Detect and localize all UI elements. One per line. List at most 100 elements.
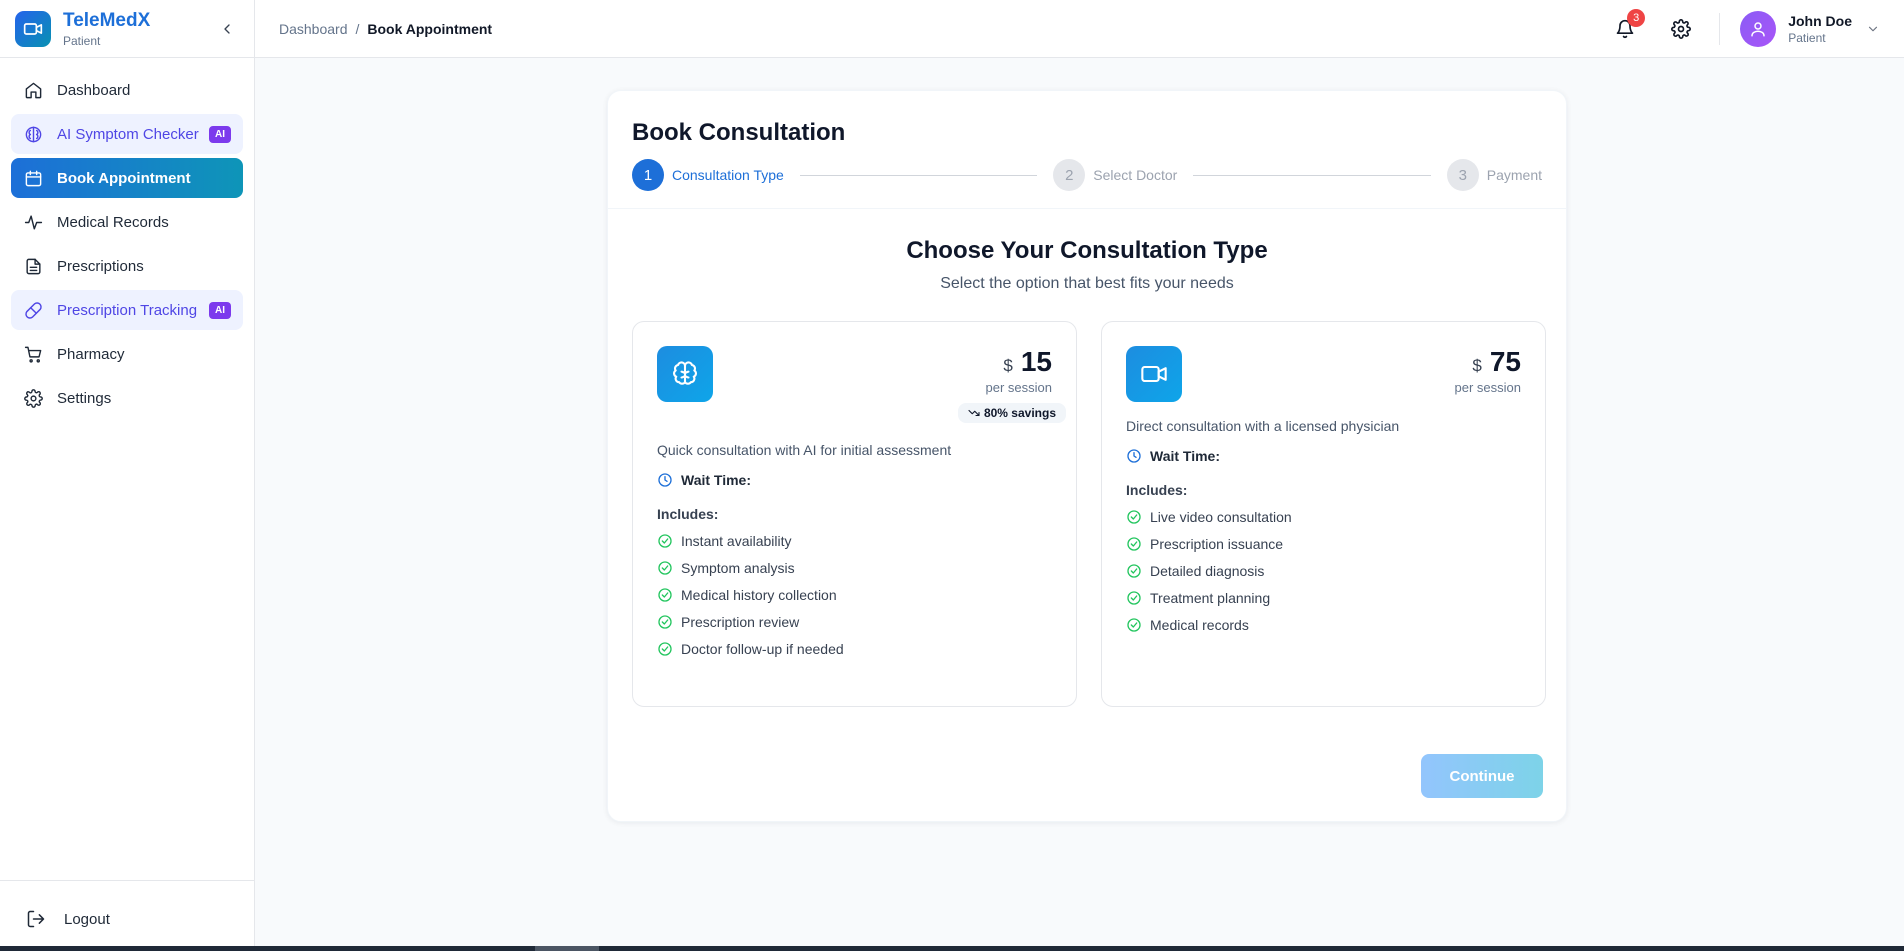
ai-badge: AI (209, 301, 231, 319)
feature-item: Prescription issuance (1126, 536, 1521, 552)
step-consultation-type[interactable]: 1 Consultation Type (632, 159, 784, 191)
continue-button[interactable]: Continue (1421, 754, 1543, 798)
brand-header: TeleMedX Patient (0, 0, 254, 58)
step-number: 2 (1053, 159, 1086, 191)
check-circle-icon (1127, 591, 1141, 605)
brain-icon (657, 346, 713, 402)
includes-label: Includes: (1126, 482, 1188, 498)
feature-label: Live video consultation (1150, 509, 1292, 525)
section-subheading: Select the option that best fits your ne… (940, 275, 1234, 292)
step-label: Consultation Type (672, 167, 784, 183)
option-doctor-consultation[interactable]: $ 75 per session Direct consultation wit… (1101, 321, 1546, 707)
chevron-left-icon (224, 23, 230, 34)
sidebar-item-label: Dashboard (57, 81, 131, 99)
feature-label: Treatment planning (1150, 590, 1271, 606)
gear-icon (23, 388, 43, 408)
step-payment[interactable]: 3 Payment (1446, 159, 1542, 191)
sidebar-nav: Dashboard AI Symptom Checker AI Book App… (0, 58, 254, 434)
option-ai-consultation[interactable]: $ 15 per session 80% savings Quick consu… (632, 321, 1077, 707)
section-heading: Choose Your Consultation Type (906, 237, 1268, 264)
ai-badge: AI (209, 125, 231, 143)
scrollbar-thumb[interactable] (535, 946, 599, 951)
check-circle-icon (1127, 564, 1141, 578)
trending-down-icon (968, 409, 980, 417)
sidebar-item-medical-records[interactable]: Medical Records (11, 202, 243, 242)
topbar-divider (1719, 12, 1721, 45)
price-currency: $ (1003, 356, 1013, 375)
check-circle-icon (1127, 510, 1141, 524)
wait-time: Wait Time: (1126, 448, 1521, 464)
feature-label: Medical history collection (681, 587, 837, 603)
pill-icon (23, 300, 43, 320)
feature-label: Prescription review (681, 614, 800, 630)
feature-item: Medical history collection (657, 587, 1052, 603)
sidebar-item-prescription-tracking[interactable]: Prescription Tracking AI (11, 290, 243, 330)
price-unit: per session (985, 380, 1052, 395)
check-circle-icon (658, 615, 672, 629)
breadcrumb-current: Book Appointment (367, 20, 493, 37)
brain-icon (23, 124, 43, 144)
feature-item: Treatment planning (1126, 590, 1521, 606)
sidebar-item-label: Medical Records (57, 213, 169, 231)
clock-icon (658, 473, 672, 487)
user-menu[interactable]: John Doe Patient (1740, 10, 1880, 47)
feature-label: Doctor follow-up if needed (681, 641, 844, 657)
feature-item: Medical records (1126, 617, 1521, 633)
sidebar: TeleMedX Patient Dashboard AI Symptom Ch… (0, 0, 255, 951)
topbar: Dashboard / Book Appointment 3 John Doe … (255, 0, 1904, 58)
feature-item: Prescription review (657, 614, 1052, 630)
check-circle-icon (1127, 618, 1141, 632)
step-label: Payment (1486, 167, 1542, 183)
sidebar-item-dashboard[interactable]: Dashboard (11, 70, 243, 110)
clock-icon (1127, 449, 1141, 463)
sidebar-item-label: Prescriptions (57, 257, 144, 275)
savings-label: 80% savings (983, 406, 1056, 420)
wait-time-label: Wait Time: (681, 472, 752, 488)
logout-label: Logout (64, 910, 110, 928)
price-unit: per session (1454, 380, 1521, 395)
wait-time-label: Wait Time: (1150, 448, 1221, 464)
sidebar-divider (0, 880, 254, 881)
savings-badge: 80% savings (957, 403, 1066, 423)
sidebar-item-prescriptions[interactable]: Prescriptions (11, 246, 243, 286)
option-description: Direct consultation with a licensed phys… (1126, 418, 1400, 434)
price-amount: 15 (1020, 346, 1052, 377)
step-number: 3 (1446, 159, 1479, 191)
sidebar-item-book-appointment[interactable]: Book Appointment (11, 158, 243, 198)
page-title: Book Consultation (632, 119, 846, 146)
user-name: John Doe (1788, 12, 1852, 29)
logout-icon (26, 909, 46, 929)
wait-time: Wait Time: (657, 472, 1052, 488)
feature-item: Instant availability (657, 533, 1052, 549)
document-icon (23, 256, 43, 276)
check-circle-icon (1127, 537, 1141, 551)
video-icon (15, 10, 51, 47)
sidebar-item-label: Prescription Tracking (57, 301, 198, 319)
breadcrumb: Dashboard / Book Appointment (279, 21, 1585, 37)
price-currency: $ (1472, 356, 1482, 375)
sidebar-item-label: Settings (57, 389, 112, 407)
step-select-doctor[interactable]: 2 Select Doctor (1053, 159, 1177, 191)
settings-button[interactable] (1665, 13, 1697, 45)
check-circle-icon (658, 642, 672, 656)
chevron-down-icon (1868, 26, 1878, 31)
home-icon (23, 80, 43, 100)
horizontal-scrollbar[interactable] (0, 946, 1904, 951)
sidebar-item-ai-symptom-checker[interactable]: AI Symptom Checker AI (11, 114, 243, 154)
collapse-sidebar-button[interactable] (215, 17, 239, 41)
step-connector (799, 174, 1038, 176)
notifications-button[interactable]: 3 (1609, 8, 1646, 45)
gear-icon (1671, 18, 1692, 39)
sidebar-item-label: Book Appointment (57, 169, 191, 187)
feature-item: Detailed diagnosis (1126, 563, 1521, 579)
feature-item: Live video consultation (1126, 509, 1521, 525)
check-circle-icon (658, 534, 672, 548)
logout-button[interactable]: Logout (11, 899, 243, 939)
booking-card: Book Consultation 1 Consultation Type 2 … (607, 90, 1567, 822)
sidebar-item-settings[interactable]: Settings (11, 378, 243, 418)
breadcrumb-dashboard[interactable]: Dashboard (279, 21, 348, 37)
feature-label: Symptom analysis (681, 560, 795, 576)
includes-label: Includes: (657, 506, 719, 522)
notification-count-badge: 3 (1627, 8, 1646, 27)
sidebar-item-pharmacy[interactable]: Pharmacy (11, 334, 243, 374)
